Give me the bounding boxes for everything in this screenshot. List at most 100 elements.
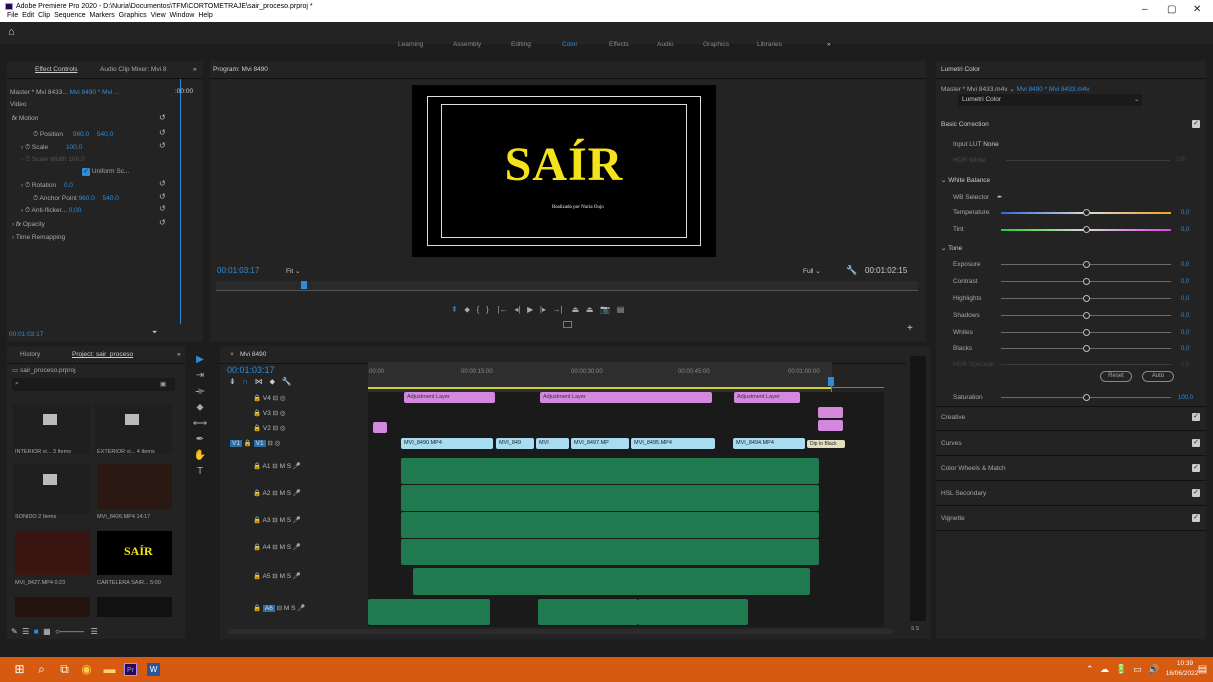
audio-clip-a6[interactable] <box>638 599 748 625</box>
contrast-value[interactable]: 0,0 <box>1181 279 1189 285</box>
menu-help[interactable]: Help <box>198 12 212 19</box>
go-to-out-icon[interactable]: →| <box>553 305 563 314</box>
workspace-editing[interactable]: Editing <box>511 41 531 48</box>
project-search-input[interactable]: ⌕ ▣ <box>12 378 175 391</box>
windows-start-icon[interactable]: ⊞ <box>13 663 26 676</box>
tab-project[interactable]: Project: sair_proceso <box>72 351 133 358</box>
timeline-playhead-head[interactable] <box>828 377 834 386</box>
play-icon[interactable]: ▶ <box>527 305 533 314</box>
lumetri-fx-select[interactable]: Lumetri Color ⌄ <box>958 94 1142 106</box>
whites-value[interactable]: 0,0 <box>1181 330 1189 336</box>
meter-solo-labels[interactable]: S S <box>911 626 919 632</box>
v1-clip-4[interactable]: MVI_8495.MP4 <box>631 438 715 449</box>
project-item-sonido[interactable] <box>13 464 90 514</box>
saturation-knob[interactable] <box>1083 394 1090 401</box>
hsl-secondary-header[interactable]: HSL Secondary <box>941 490 986 497</box>
creative-checkbox[interactable]: ✓ <box>1192 413 1200 421</box>
menu-edit[interactable]: Edit <box>22 12 34 19</box>
workspace-libraries[interactable]: Libraries <box>757 41 782 48</box>
track-a3[interactable]: A3 <box>263 517 271 524</box>
curves-header[interactable]: Curves <box>941 440 962 447</box>
panel-overflow-icon[interactable]: » <box>193 66 197 73</box>
lumetri-seq[interactable]: Mvi 8490 * Mvi 8433.m4v <box>1017 86 1090 93</box>
audio-clip-a1[interactable] <box>401 458 819 484</box>
tab-effect-controls[interactable]: Effect Controls <box>35 66 78 73</box>
source-v1[interactable]: V1 <box>230 440 242 447</box>
track-a5[interactable]: A5 <box>263 573 271 580</box>
reset-button[interactable]: Reset <box>1100 371 1132 382</box>
reset-anchor-icon[interactable]: ↺ <box>159 192 166 201</box>
work-area-bar[interactable] <box>368 387 832 389</box>
home-icon[interactable]: ⌂ <box>8 26 15 38</box>
reset-antiflicker-icon[interactable]: ↺ <box>159 204 166 213</box>
reset-motion-icon[interactable]: ↺ <box>159 113 166 122</box>
workspace-color[interactable]: Color <box>562 41 578 48</box>
anchor-x-value[interactable]: 960,0 <box>79 195 95 202</box>
color-wheels-checkbox[interactable]: ✓ <box>1192 464 1200 472</box>
wrench-icon[interactable]: 🔧 <box>846 265 857 276</box>
creative-header[interactable]: Creative <box>941 414 965 421</box>
anchor-y-value[interactable]: 540,0 <box>103 195 119 202</box>
new-bin-icon[interactable]: ▣ <box>160 380 166 388</box>
track-v4[interactable]: V4 <box>263 395 271 402</box>
mute-solo-a3[interactable]: M S <box>280 517 292 524</box>
tint-knob[interactable] <box>1083 226 1090 233</box>
mute-solo-a4[interactable]: M S <box>280 544 292 551</box>
track-select-tool-icon[interactable]: ⇥ <box>192 368 208 384</box>
rotation-value[interactable]: 0,0 <box>64 182 73 189</box>
snap-icon[interactable]: ∩ <box>242 377 248 386</box>
audio-clip-a4[interactable] <box>401 539 819 565</box>
tint-value[interactable]: 0,0 <box>1181 227 1189 233</box>
project-item-exterior[interactable] <box>95 404 172 454</box>
tab-lumetri[interactable]: Lumetri Color <box>941 66 980 73</box>
menu-markers[interactable]: Markers <box>90 12 115 19</box>
safe-margins-icon[interactable] <box>563 321 572 328</box>
reset-opacity-icon[interactable]: ↺ <box>159 218 166 227</box>
basic-correction-checkbox[interactable]: ✓ <box>1192 120 1200 128</box>
mute-solo-a2[interactable]: M S <box>280 490 292 497</box>
ec-master-source[interactable]: Master * Mvi 8433... <box>10 89 68 96</box>
chrome-icon[interactable]: ◉ <box>80 663 93 676</box>
close-sequence-icon[interactable]: × <box>230 351 234 358</box>
temperature-value[interactable]: 0,0 <box>1181 210 1189 216</box>
mute-solo-a1[interactable]: M S <box>280 463 292 470</box>
marker-icon[interactable]: ⬥ <box>464 305 470 314</box>
tab-history[interactable]: History <box>20 351 40 358</box>
curves-checkbox[interactable]: ✓ <box>1192 439 1200 447</box>
selection-tool-icon[interactable]: ▶ <box>192 352 208 368</box>
add-marker-icon[interactable]: ⬥ <box>269 377 275 386</box>
freeform-view-icon[interactable]: ▦ <box>43 627 51 636</box>
word-taskbar-icon[interactable]: W <box>147 663 160 676</box>
razor-tool-icon[interactable]: ⬥ <box>192 400 208 416</box>
v1-clip-1[interactable]: MVI_849 <box>496 438 534 449</box>
sort-icon[interactable]: ☰ <box>91 627 98 636</box>
pen-tool-icon[interactable]: ✒ <box>192 432 208 448</box>
track-a1[interactable]: A1 <box>263 463 271 470</box>
slip-tool-icon[interactable]: ⟷ <box>192 416 208 432</box>
step-forward-icon[interactable]: |▸ <box>540 305 546 314</box>
track-a2[interactable]: A2 <box>263 490 271 497</box>
shadows-knob[interactable] <box>1083 312 1090 319</box>
opacity-label[interactable]: Opacity <box>23 221 45 228</box>
menu-graphics[interactable]: Graphics <box>119 12 147 19</box>
program-playhead[interactable] <box>301 281 307 289</box>
tone-header[interactable]: Tone <box>948 245 962 252</box>
position-x-value[interactable]: 960,0 <box>73 131 89 138</box>
ripple-edit-tool-icon[interactable]: ⟛ <box>192 384 208 400</box>
tab-audio-clip-mixer[interactable]: Audio Clip Mixer: Mvi 8 <box>100 66 166 73</box>
adjustment-layer-clip[interactable]: Adjustment Layer <box>404 392 495 403</box>
whites-knob[interactable] <box>1083 329 1090 336</box>
project-item-thumb[interactable] <box>15 597 90 617</box>
reset-position-icon[interactable]: ↺ <box>159 128 166 137</box>
v1-clip-5[interactable]: MVI_8494.MP4 <box>733 438 805 449</box>
workspace-graphics[interactable]: Graphics <box>703 41 729 48</box>
workspace-overflow-icon[interactable]: » <box>827 41 831 48</box>
shadows-value[interactable]: 0,0 <box>1181 313 1189 319</box>
file-explorer-icon[interactable]: ▬ <box>103 663 116 676</box>
motion-label[interactable]: Motion <box>19 115 39 122</box>
menu-file[interactable]: File <box>7 12 18 19</box>
marker-add-icon[interactable]: ⇞ <box>451 305 458 314</box>
maximize-button[interactable]: ▢ <box>1167 4 1176 15</box>
reset-scale-icon[interactable]: ↺ <box>159 141 166 150</box>
track-v1[interactable]: V1 <box>253 440 266 447</box>
